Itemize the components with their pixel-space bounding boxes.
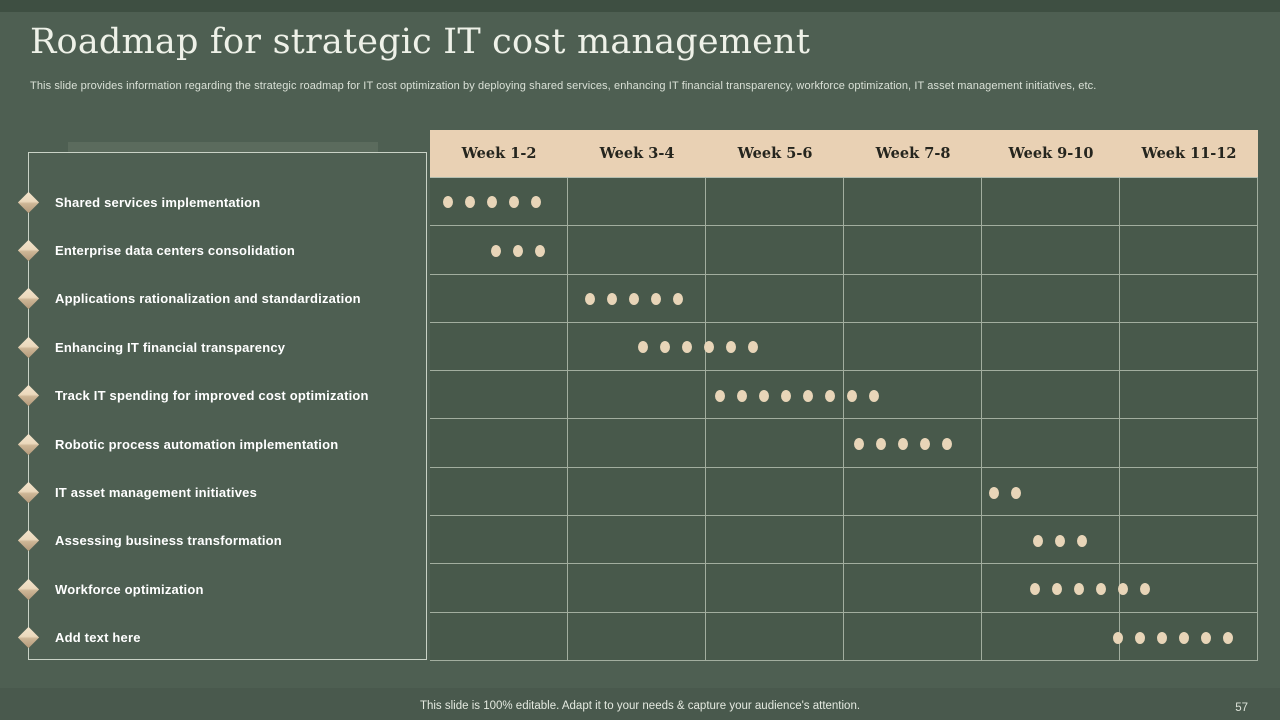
- task-label: Enterprise data centers consolidation: [55, 243, 295, 258]
- timeline-dot: [1179, 632, 1189, 644]
- timeline-dot: [1118, 583, 1128, 595]
- task-row: Shared services implementation: [29, 178, 426, 226]
- timeline-dot: [607, 293, 617, 305]
- timeline-dot: [531, 196, 541, 208]
- timeline-dot: [803, 390, 813, 402]
- timeline-dot: [1074, 583, 1084, 595]
- diamond-bullet-icon: [18, 240, 39, 261]
- page-subtitle: This slide provides information regardin…: [30, 80, 1190, 92]
- slide: Roadmap for strategic IT cost management…: [0, 0, 1280, 720]
- diamond-bullet-icon: [18, 385, 39, 406]
- gantt-dots-layer: [430, 178, 1258, 661]
- task-row: IT asset management initiatives: [29, 468, 426, 516]
- timeline-dot: [660, 341, 670, 353]
- timeline-dot: [443, 196, 453, 208]
- column-header: Week 7-8: [844, 130, 982, 177]
- page-number: 57: [1235, 702, 1248, 714]
- timeline-dot: [465, 196, 475, 208]
- diamond-bullet-icon: [18, 530, 39, 551]
- task-row: Add text here: [29, 614, 426, 662]
- gantt-header-row: Week 1-2Week 3-4Week 5-6Week 7-8Week 9-1…: [430, 130, 1258, 177]
- diamond-bullet-icon: [18, 482, 39, 503]
- task-row: Assessing business transformation: [29, 517, 426, 565]
- timeline-dot: [704, 341, 714, 353]
- column-header: Week 1-2: [430, 130, 568, 177]
- column-header: Week 9-10: [982, 130, 1120, 177]
- task-label: Enhancing IT financial transparency: [55, 340, 285, 355]
- timeline-dot: [1055, 535, 1065, 547]
- page-title: Roadmap for strategic IT cost management: [30, 22, 1030, 62]
- task-row: Applications rationalization and standar…: [29, 275, 426, 323]
- task-row: Enhancing IT financial transparency: [29, 323, 426, 371]
- timeline-dot: [651, 293, 661, 305]
- diamond-bullet-icon: [18, 579, 39, 600]
- timeline-dot: [825, 390, 835, 402]
- footer-note: This slide is 100% editable. Adapt it to…: [0, 700, 1280, 712]
- timeline-dot: [989, 487, 999, 499]
- timeline-dot: [942, 438, 952, 450]
- timeline-dot: [726, 341, 736, 353]
- timeline-dot: [1011, 487, 1021, 499]
- timeline-dot: [673, 293, 683, 305]
- timeline-dot: [737, 390, 747, 402]
- diamond-bullet-icon: [18, 288, 39, 309]
- column-header: Week 3-4: [568, 130, 706, 177]
- gantt-body: [430, 177, 1258, 661]
- timeline-dot: [759, 390, 769, 402]
- timeline-dot: [1033, 535, 1043, 547]
- task-label: IT asset management initiatives: [55, 485, 257, 500]
- timeline-dot: [876, 438, 886, 450]
- diamond-bullet-icon: [18, 627, 39, 648]
- diamond-bullet-icon: [18, 337, 39, 358]
- timeline-dot: [847, 390, 857, 402]
- timeline-dot: [748, 341, 758, 353]
- task-list-panel: Shared services implementation Enterprise…: [28, 152, 427, 660]
- task-label: Applications rationalization and standar…: [55, 291, 361, 306]
- timeline-dot: [509, 196, 519, 208]
- timeline-dot: [513, 245, 523, 257]
- diamond-bullet-icon: [18, 191, 39, 212]
- task-label: Shared services implementation: [55, 195, 260, 210]
- task-label: Robotic process automation implementatio…: [55, 437, 338, 452]
- timeline-dot: [1096, 583, 1106, 595]
- task-row: Enterprise data centers consolidation: [29, 226, 426, 274]
- timeline-dot: [854, 438, 864, 450]
- timeline-dot: [1223, 632, 1233, 644]
- timeline-dot: [1052, 583, 1062, 595]
- timeline-dot: [1140, 583, 1150, 595]
- top-accent-bar: [0, 0, 1280, 12]
- task-row: Track IT spending for improved cost opti…: [29, 372, 426, 420]
- task-row: Workforce optimization: [29, 565, 426, 613]
- timeline-dot: [898, 438, 908, 450]
- timeline-dot: [1135, 632, 1145, 644]
- task-row: Robotic process automation implementatio…: [29, 420, 426, 468]
- task-label: Workforce optimization: [55, 582, 204, 597]
- timeline-dot: [920, 438, 930, 450]
- timeline-dot: [629, 293, 639, 305]
- timeline-dot: [638, 341, 648, 353]
- timeline-dot: [781, 390, 791, 402]
- task-label: Assessing business transformation: [55, 533, 282, 548]
- task-label: Track IT spending for improved cost opti…: [55, 388, 369, 403]
- diamond-bullet-icon: [18, 433, 39, 454]
- task-label: Add text here: [55, 630, 141, 645]
- timeline-dot: [682, 341, 692, 353]
- timeline-dot: [535, 245, 545, 257]
- column-header: Week 5-6: [706, 130, 844, 177]
- timeline-dot: [1157, 632, 1167, 644]
- timeline-dot: [585, 293, 595, 305]
- roadmap-gantt-table: Week 1-2Week 3-4Week 5-6Week 7-8Week 9-1…: [430, 130, 1258, 661]
- timeline-dot: [1077, 535, 1087, 547]
- timeline-dot: [715, 390, 725, 402]
- timeline-dot: [1030, 583, 1040, 595]
- timeline-dot: [869, 390, 879, 402]
- timeline-dot: [487, 196, 497, 208]
- timeline-dot: [491, 245, 501, 257]
- timeline-dot: [1201, 632, 1211, 644]
- column-header: Week 11-12: [1120, 130, 1258, 177]
- timeline-dot: [1113, 632, 1123, 644]
